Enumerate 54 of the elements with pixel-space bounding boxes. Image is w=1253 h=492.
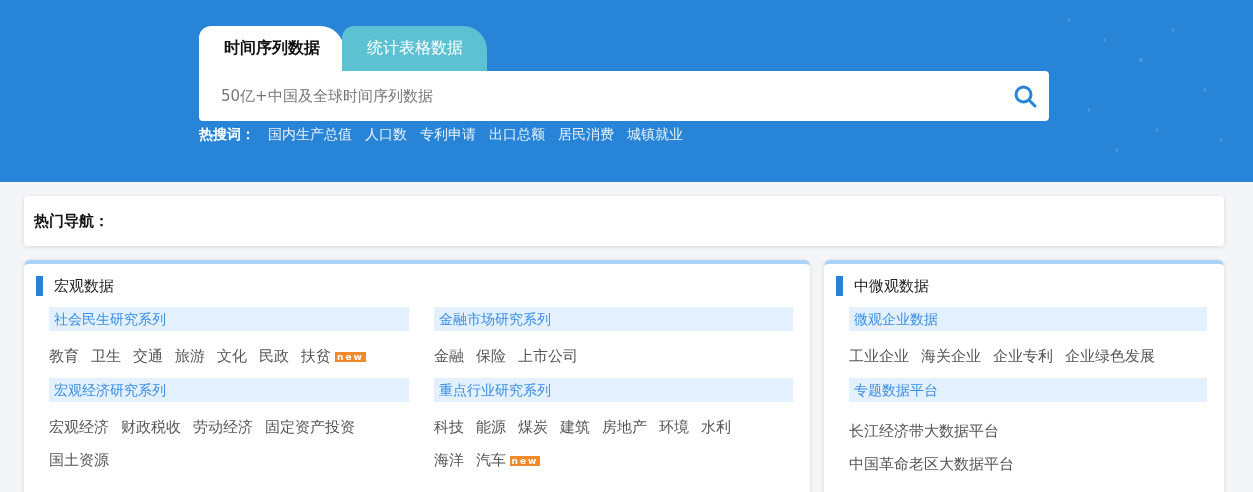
- category-link[interactable]: 劳动经济: [193, 418, 253, 437]
- category-link[interactable]: 宏观经济: [49, 418, 109, 437]
- category-link[interactable]: 科技: [433, 418, 464, 437]
- new-badge: new: [509, 455, 541, 466]
- category-link[interactable]: 工业企业: [849, 347, 909, 366]
- category-link[interactable]: 煤炭: [517, 418, 548, 437]
- category-link[interactable]: 国土资源: [49, 451, 109, 470]
- category-link[interactable]: 水利: [700, 418, 731, 437]
- search-box[interactable]: 50亿+中国及全球时间序列数据: [199, 71, 1049, 121]
- category-link[interactable]: 固定资产投资: [265, 418, 355, 437]
- category-link[interactable]: 房地产: [601, 418, 647, 437]
- section-heading: 社会民生研究系列: [49, 307, 409, 331]
- category-link[interactable]: 卫生: [91, 347, 121, 366]
- category-link[interactable]: 交通: [133, 347, 163, 366]
- category-link[interactable]: 金融: [433, 347, 464, 366]
- section-heading: 微观企业数据: [849, 307, 1207, 331]
- new-badge: new: [335, 351, 366, 362]
- category-link[interactable]: 能源: [475, 418, 506, 437]
- category-link[interactable]: 环境: [658, 418, 689, 437]
- section-heading: 专题数据平台: [849, 378, 1207, 402]
- category-link[interactable]: 上市公司: [517, 347, 578, 366]
- category-link[interactable]: 建筑: [559, 418, 590, 437]
- category-link[interactable]: 企业绿色发展: [1065, 347, 1155, 366]
- hot-word-link[interactable]: 城镇就业: [627, 126, 683, 144]
- hot-nav-label: 热门导航：: [34, 211, 109, 231]
- title-bar-icon: [36, 276, 43, 296]
- search-field[interactable]: 50亿+中国及全球时间序列数据: [219, 86, 1013, 106]
- section-heading: 重点行业研究系列: [433, 378, 793, 402]
- category-link[interactable]: 文化: [217, 347, 247, 366]
- category-link[interactable]: 长江经济带大数据平台: [849, 422, 999, 441]
- category-link[interactable]: 旅游: [175, 347, 205, 366]
- category-link[interactable]: 民政: [259, 347, 289, 366]
- tab[interactable]: 时间序列数据: [199, 26, 344, 71]
- category-link[interactable]: 保险: [475, 347, 506, 366]
- category-link[interactable]: 海洋: [433, 451, 464, 470]
- category-link[interactable]: 中国革命老区大数据平台: [849, 455, 1014, 474]
- category-link[interactable]: 教育: [49, 347, 79, 366]
- title-bar-icon: [836, 276, 843, 296]
- section-heading: 宏观经济研究系列: [49, 378, 409, 402]
- section-heading: 金融市场研究系列: [433, 307, 793, 331]
- hot-word-link[interactable]: 国内生产总值: [268, 126, 352, 144]
- panel-title: 宏观数据: [54, 276, 114, 296]
- category-link[interactable]: 企业专利: [993, 347, 1053, 366]
- hot-word-link[interactable]: 人口数: [365, 126, 407, 144]
- category-link[interactable]: 海关企业: [921, 347, 981, 366]
- category-link[interactable]: 扶贫: [301, 347, 331, 366]
- hot-word-link[interactable]: 出口总额: [489, 126, 545, 144]
- panel-title: 中微观数据: [854, 276, 929, 296]
- hot-words-label: 热搜词：: [199, 126, 255, 144]
- hot-word-link[interactable]: 专利申请: [420, 126, 476, 144]
- search-icon[interactable]: [1013, 84, 1037, 108]
- hot-word-link[interactable]: 居民消费: [558, 126, 614, 144]
- category-link[interactable]: 汽车: [475, 451, 506, 470]
- category-link[interactable]: 财政税收: [121, 418, 181, 437]
